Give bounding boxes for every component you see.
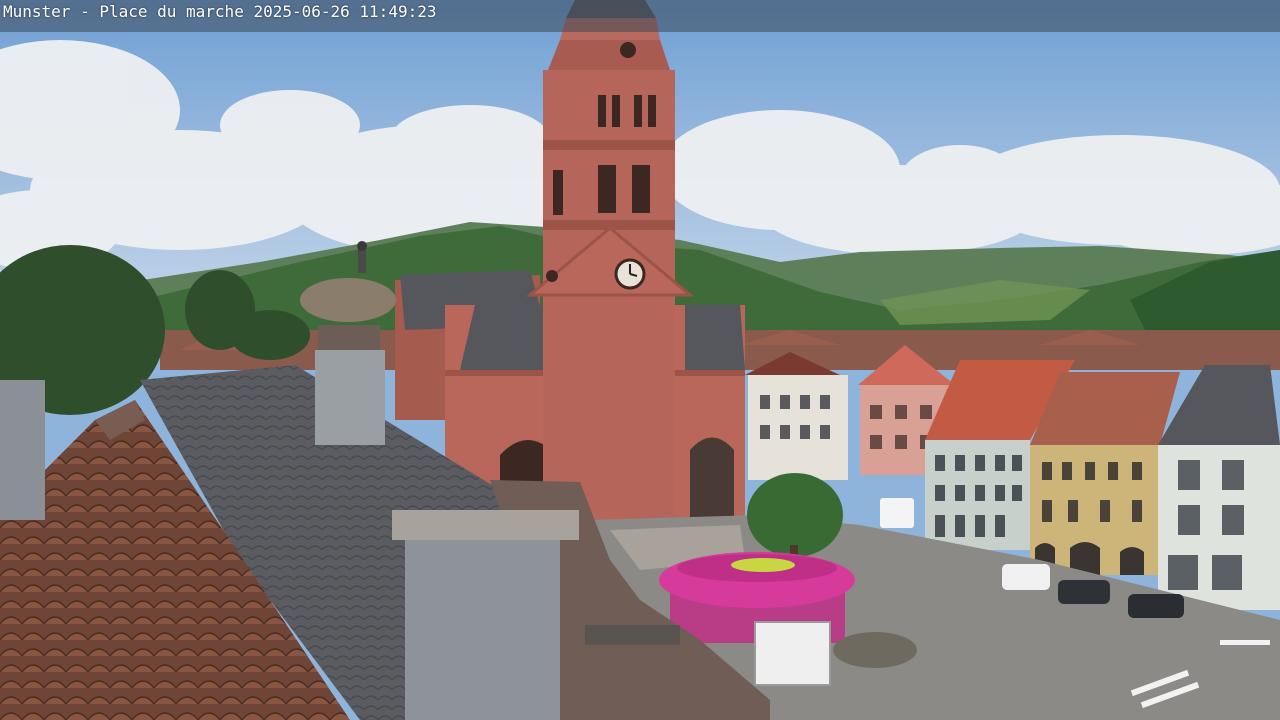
white-house (745, 352, 848, 480)
white-trailer (754, 621, 831, 686)
white-van (1002, 564, 1050, 590)
dark-car-1 (1058, 580, 1110, 604)
foreground-chimney (405, 525, 560, 720)
dark-car-2 (1128, 594, 1184, 618)
camera-caption: Munster - Place du marche 2025-06-26 11:… (3, 2, 437, 21)
white-truck (880, 498, 914, 528)
corner-house (1158, 365, 1280, 610)
square-tree (747, 473, 843, 557)
left-chimney (0, 380, 45, 520)
timestamp-overlay-bar: Munster - Place du marche 2025-06-26 11:… (0, 0, 1280, 32)
webcam-scene (0, 0, 1280, 720)
yellow-house (1030, 372, 1180, 575)
